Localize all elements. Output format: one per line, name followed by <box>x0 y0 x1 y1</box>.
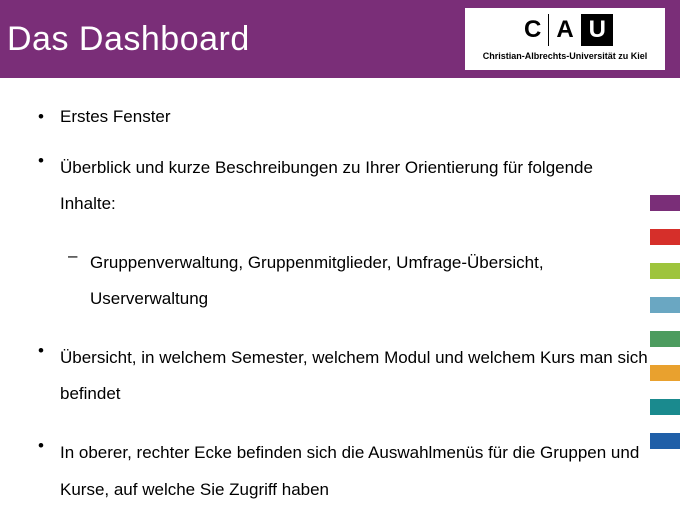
color-stripe <box>650 297 680 313</box>
bullet-text: Überblick und kurze Beschreibungen zu Ih… <box>60 158 593 214</box>
logo-letter-a: A <box>549 14 580 46</box>
university-logo: C A U Christian-Albrechts-Universität zu… <box>465 8 665 70</box>
color-stripes <box>650 195 680 467</box>
logo-subtitle: Christian-Albrechts-Universität zu Kiel <box>483 51 648 61</box>
list-item: Übersicht, in welchem Semester, welchem … <box>30 340 650 413</box>
color-stripe <box>650 331 680 347</box>
list-item: Überblick und kurze Beschreibungen zu Ih… <box>30 150 650 318</box>
sub-list: Gruppenverwaltung, Gruppenmitglieder, Um… <box>60 245 650 318</box>
bullet-text: Übersicht, in welchem Semester, welchem … <box>60 348 648 404</box>
color-stripe <box>650 365 680 381</box>
color-stripe <box>650 399 680 415</box>
color-stripe <box>650 195 680 211</box>
bullet-text: In oberer, rechter Ecke befinden sich di… <box>60 443 639 499</box>
bullet-list: Erstes Fenster Überblick und kurze Besch… <box>30 106 650 508</box>
slide-title: Das Dashboard <box>7 20 250 59</box>
color-stripe <box>650 263 680 279</box>
list-item: Gruppenverwaltung, Gruppenmitglieder, Um… <box>60 245 650 318</box>
slide-content: Erstes Fenster Überblick und kurze Besch… <box>0 78 680 508</box>
logo-letter-u: U <box>582 14 613 46</box>
color-stripe <box>650 433 680 449</box>
color-stripe <box>650 229 680 245</box>
slide-header: Das Dashboard C A U Christian-Albrechts-… <box>0 0 680 78</box>
list-item: Erstes Fenster <box>30 106 650 128</box>
bullet-text: Gruppenverwaltung, Gruppenmitglieder, Um… <box>90 253 544 309</box>
logo-letter-c: C <box>517 14 548 46</box>
list-item: In oberer, rechter Ecke befinden sich di… <box>30 435 650 508</box>
bullet-text: Erstes Fenster <box>60 107 171 126</box>
cau-wordmark: C A U <box>517 14 613 46</box>
